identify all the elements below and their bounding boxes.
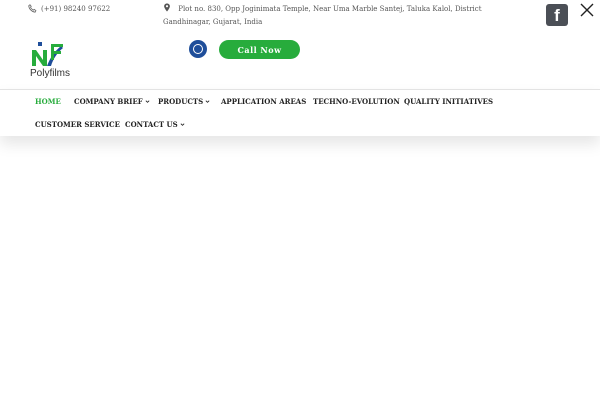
address-block: Plot no. 830, Opp Joginimata Temple, Nea… (163, 3, 518, 29)
nav-label: TECHNO-EVOLUTION (313, 97, 400, 106)
company-logo[interactable]: Polyfilms (30, 40, 72, 80)
top-header: (+91) 98240 97622 Plot no. 830, Opp Jogi… (0, 0, 600, 88)
nav-label: APPLICATION AREAS (221, 97, 307, 106)
nav-item-quality-initiatives[interactable]: QUALITY INITIATIVES (404, 97, 493, 106)
nav-item-contact-us[interactable]: CONTACT US (125, 120, 185, 129)
phone-icon (28, 4, 37, 13)
nav-label: HOME (35, 97, 61, 106)
main-navigation: HOME COMPANY BRIEF PRODUCTS APPLICATION … (0, 89, 600, 136)
nav-row-secondary: CUSTOMER SERVICE CONTACT US (0, 113, 600, 136)
facebook-icon[interactable]: f (546, 4, 568, 26)
chevron-down-icon (205, 100, 210, 103)
nav-label: COMPANY BRIEF (74, 97, 143, 106)
nav-row-primary: HOME COMPANY BRIEF PRODUCTS APPLICATION … (0, 90, 600, 113)
nav-label: QUALITY INITIATIVES (404, 97, 494, 106)
logo-text: Polyfilms (30, 68, 71, 79)
nav-item-products[interactable]: PRODUCTS (158, 97, 210, 106)
nav-item-application-areas[interactable]: APPLICATION AREAS (221, 97, 306, 106)
call-now-button[interactable]: Call Now (219, 40, 300, 59)
nav-label: CUSTOMER SERVICE (35, 120, 120, 129)
chevron-down-icon (145, 100, 150, 103)
nav-item-home[interactable]: HOME (35, 97, 61, 106)
nav-item-company-brief[interactable]: COMPANY BRIEF (74, 97, 150, 106)
logo-mark-icon (32, 42, 63, 66)
nav-item-techno-evolution[interactable]: TECHNO-EVOLUTION (313, 97, 400, 106)
search-icon[interactable] (189, 40, 207, 58)
nav-label: CONTACT US (125, 120, 178, 129)
address-text: Plot no. 830, Opp Joginimata Temple, Nea… (163, 5, 482, 26)
nav-label: PRODUCTS (158, 97, 204, 106)
map-pin-icon (164, 3, 170, 12)
phone-number[interactable]: (+91) 98240 97622 (41, 5, 110, 13)
chevron-down-icon (180, 123, 185, 126)
close-icon[interactable] (580, 3, 594, 17)
phone-contact[interactable]: (+91) 98240 97622 (28, 4, 110, 13)
nav-item-customer-service[interactable]: CUSTOMER SERVICE (35, 120, 120, 129)
